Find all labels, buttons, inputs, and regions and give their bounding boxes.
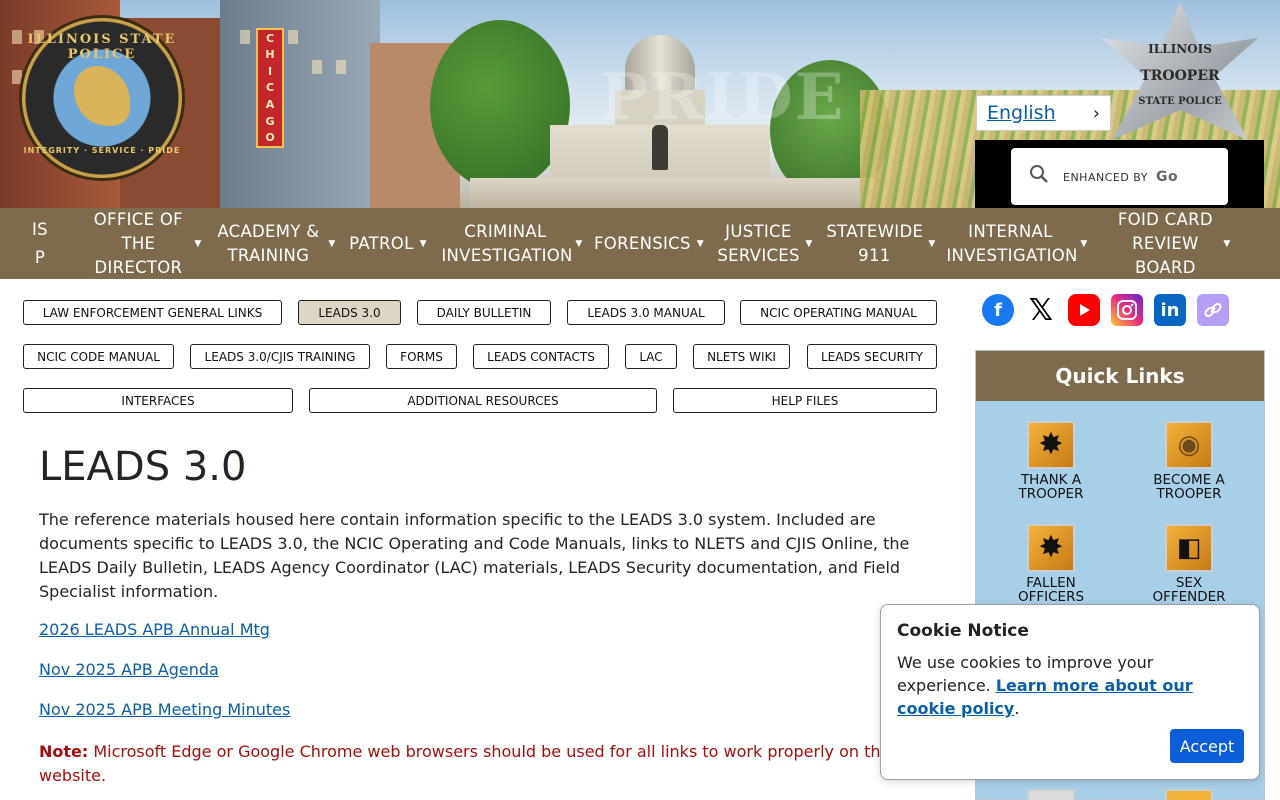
search-input[interactable]: ENHANCED BY Go: [1011, 148, 1228, 205]
marquee-letter: H: [265, 48, 275, 62]
quick-links-title: Quick Links: [976, 351, 1264, 401]
marquee-letter: A: [265, 98, 275, 112]
caret-down-icon: ▼: [928, 238, 936, 249]
language-label[interactable]: English: [987, 102, 1056, 124]
nav-item-criminal-investigation[interactable]: CRIMINAL INVESTIGATION ▼: [436, 208, 588, 279]
search-placeholder: ENHANCED BY Go: [1063, 168, 1179, 185]
nav-item-isp[interactable]: IS P: [0, 208, 80, 279]
trooper-badge-logo: ILLINOIS TROOPER STATE POLICE: [1095, 2, 1265, 152]
badge-text: STATE POLICE: [1138, 96, 1222, 107]
nav-item-justice-services[interactable]: JUSTICE SERVICES ▼: [710, 208, 820, 279]
marquee-letter: G: [265, 114, 275, 128]
subnav-ncic-operating-manual[interactable]: NCIC OPERATING MANUAL: [740, 300, 937, 325]
caret-down-icon: ▼: [1223, 238, 1231, 249]
quick-link-icon-partial: [1027, 789, 1075, 800]
nav-item-academy-training[interactable]: ACADEMY & TRAINING ▼: [210, 208, 340, 279]
caret-down-icon: ▼: [328, 238, 336, 249]
offender-icon: ◧: [1165, 524, 1213, 572]
chevron-right-icon: ›: [1092, 102, 1100, 124]
cookie-title: Cookie Notice: [897, 621, 1029, 641]
instagram-icon[interactable]: [1111, 294, 1143, 326]
language-select[interactable]: English ›: [976, 95, 1111, 131]
star-badge-icon: ✸: [1027, 421, 1075, 469]
quick-link-sex-offender[interactable]: ◧ SEX OFFENDER: [1129, 524, 1249, 604]
caret-down-icon: ▼: [419, 238, 427, 249]
badge-text: ILLINOIS: [1148, 42, 1212, 56]
nav-item-forensics[interactable]: FORENSICS ▼: [588, 208, 710, 279]
link-icon[interactable]: [1197, 294, 1229, 326]
marquee-letter: I: [267, 64, 273, 78]
subnav-forms[interactable]: FORMS: [386, 344, 457, 369]
subnav-leads-security[interactable]: LEADS SECURITY: [807, 344, 937, 369]
social-links: f 𝕏 in: [982, 293, 1229, 328]
quick-link-become-a-trooper[interactable]: ◉ BECOME A TROOPER: [1129, 421, 1249, 501]
subnav-leads-3-0[interactable]: LEADS 3.0: [298, 300, 401, 325]
subnav-nlets-wiki[interactable]: NLETS WIKI: [693, 344, 790, 369]
link-nov-2025-apb-agenda[interactable]: Nov 2025 APB Agenda: [39, 660, 219, 679]
marquee-letter: C: [265, 31, 275, 45]
caret-down-icon: ▼: [575, 238, 583, 249]
intro-paragraph: The reference materials housed here cont…: [39, 510, 910, 601]
marquee-letter: C: [265, 81, 275, 95]
isp-seal-logo[interactable]: ILLINOIS STATE POLICE INTEGRITY · SERVIC…: [22, 18, 182, 178]
facebook-icon[interactable]: f: [982, 294, 1014, 326]
pride-watermark: PRIDE: [600, 60, 846, 135]
search-icon[interactable]: [1029, 164, 1049, 189]
youtube-icon[interactable]: [1068, 294, 1100, 326]
main-nav: IS P OFFICE OF THE DIRECTOR ▼ ACADEMY & T…: [0, 208, 1280, 279]
subnav-law-enforcement-general-links[interactable]: LAW ENFORCEMENT GENERAL LINKS: [23, 300, 282, 325]
chicago-marquee: CHICAGO: [256, 28, 284, 148]
marquee-letter: O: [265, 131, 275, 145]
quick-link-icon-partial: [1165, 789, 1213, 800]
subnav-daily-bulletin[interactable]: DAILY BULLETIN: [417, 300, 551, 325]
subnav-lac[interactable]: LAC: [625, 344, 677, 369]
subnav-leads-3-0-manual[interactable]: LEADS 3.0 MANUAL: [567, 300, 725, 325]
linkedin-icon[interactable]: in: [1154, 294, 1186, 326]
subnav-leads-contacts[interactable]: LEADS CONTACTS: [473, 344, 609, 369]
note-label: Note:: [39, 742, 89, 761]
subnav-additional-resources[interactable]: ADDITIONAL RESOURCES: [309, 388, 657, 413]
nav-item-statewide-911[interactable]: STATEWIDE 911 ▼: [820, 208, 942, 279]
banner-building: [220, 0, 380, 208]
caret-down-icon: ▼: [696, 238, 704, 249]
nav-item-office-of-the-director[interactable]: OFFICE OF THE DIRECTOR ▼: [80, 208, 210, 279]
subnav-leads-cjis-training[interactable]: LEADS 3.0/CJIS TRAINING: [190, 344, 370, 369]
trooper-hat-icon: ◉: [1165, 421, 1213, 469]
cookie-text: We use cookies to improve your experienc…: [897, 653, 1193, 718]
nav-item-internal-investigation[interactable]: INTERNAL INVESTIGATION ▼: [942, 208, 1092, 279]
mourning-star-icon: ✸: [1027, 524, 1075, 572]
link-2026-leads-apb-annual-mtg[interactable]: 2026 LEADS APB Annual Mtg: [39, 620, 270, 639]
browser-note: Note: Microsoft Edge or Google Chrome we…: [39, 740, 899, 788]
caret-down-icon: ▼: [805, 238, 813, 249]
x-icon[interactable]: 𝕏: [1025, 293, 1057, 328]
quick-link-thank-a-trooper[interactable]: ✸ THANK A TROOPER: [991, 421, 1111, 501]
search-container: ENHANCED BY Go: [975, 140, 1264, 208]
subnav-interfaces[interactable]: INTERFACES: [23, 388, 293, 413]
seal-top-text: ILLINOIS STATE POLICE: [27, 32, 177, 62]
seal-bottom-text: INTEGRITY · SERVICE · PRIDE: [23, 146, 181, 155]
capitol-steps: [470, 178, 890, 208]
accept-button[interactable]: Accept: [1170, 729, 1244, 763]
link-nov-2025-apb-meeting-minutes[interactable]: Nov 2025 APB Meeting Minutes: [39, 700, 290, 719]
nav-item-patrol[interactable]: PATROL ▼: [340, 208, 436, 279]
badge-text: TROOPER: [1140, 68, 1220, 84]
eagle-icon: [74, 66, 130, 126]
quick-link-fallen-officers[interactable]: ✸ FALLEN OFFICERS: [991, 524, 1111, 604]
subnav-help-files[interactable]: HELP FILES: [673, 388, 937, 413]
page-title: LEADS 3.0: [39, 444, 247, 490]
caret-down-icon: ▼: [1080, 238, 1088, 249]
subnav-ncic-code-manual[interactable]: NCIC CODE MANUAL: [23, 344, 174, 369]
cookie-notice: Cookie Notice We use cookies to improve …: [880, 604, 1260, 780]
caret-down-icon: ▼: [194, 238, 202, 249]
nav-item-foid-card-review-board[interactable]: FOID CARD REVIEW BOARD ▼: [1092, 208, 1252, 279]
note-text: Microsoft Edge or Google Chrome web brow…: [39, 742, 894, 785]
header-banner: CHICAGO PRIDE ILLINOIS STATE POLICE INTE…: [0, 0, 1280, 208]
